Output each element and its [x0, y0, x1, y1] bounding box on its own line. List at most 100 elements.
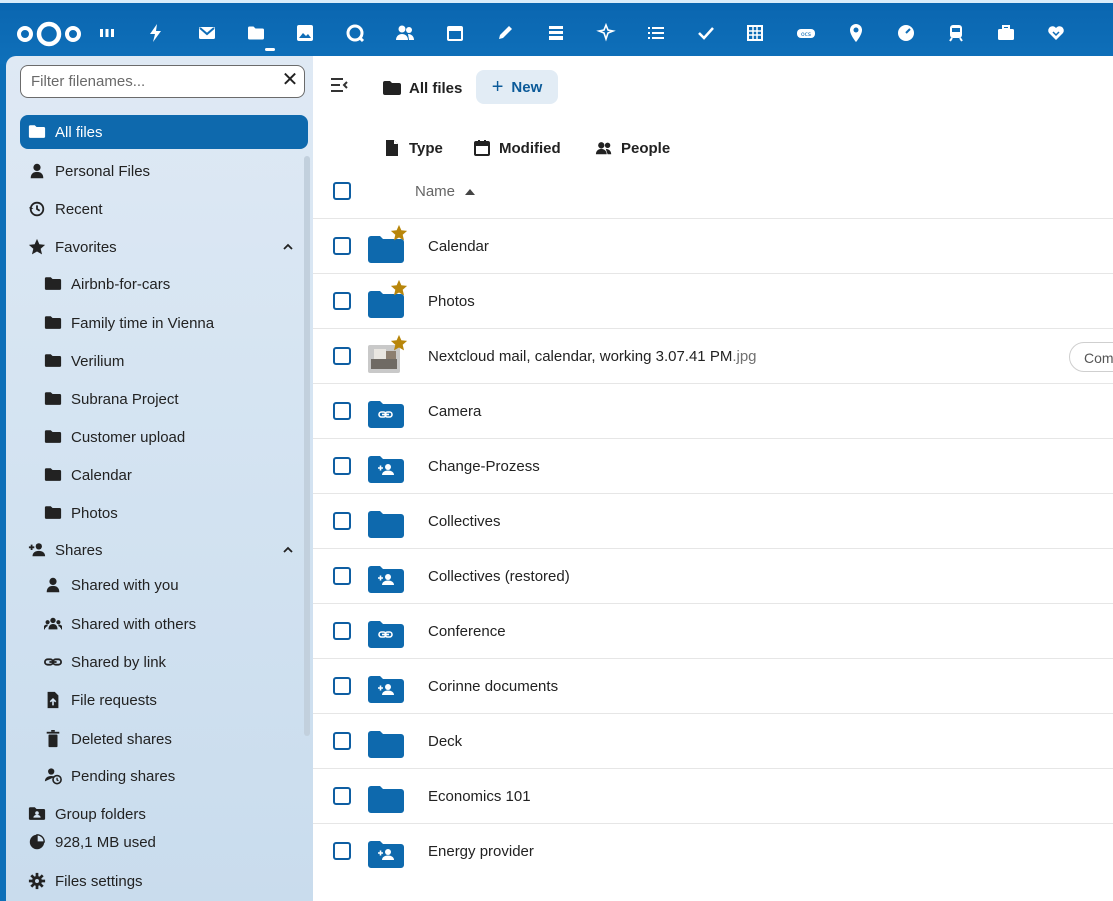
row-checkbox[interactable]: [333, 292, 351, 310]
file-row[interactable]: Collectives: [313, 493, 1113, 548]
speedometer-icon[interactable]: [894, 21, 918, 45]
nav-personal-files[interactable]: Personal Files: [20, 154, 308, 188]
nav-fav-subrana-project[interactable]: Subrana Project: [20, 382, 308, 416]
file-name[interactable]: Collectives (restored): [428, 568, 570, 585]
file-name[interactable]: Corinne documents: [428, 678, 558, 695]
heart-hand-icon[interactable]: [1044, 21, 1068, 45]
row-checkbox[interactable]: [333, 237, 351, 255]
nav-fav-calendar[interactable]: Calendar: [20, 458, 308, 492]
nav-file-requests[interactable]: File requests: [20, 683, 308, 717]
row-checkbox[interactable]: [333, 677, 351, 695]
nav-shares[interactable]: Shares: [20, 533, 308, 567]
row-checkbox[interactable]: [333, 512, 351, 530]
deck-icon[interactable]: [544, 21, 568, 45]
clear-filter-button[interactable]: ✕: [279, 69, 301, 91]
plus-icon: +: [491, 75, 504, 98]
nav-all-files[interactable]: All files: [20, 115, 308, 149]
row-checkbox[interactable]: [333, 457, 351, 475]
mail-icon[interactable]: [195, 21, 219, 45]
file-name[interactable]: Deck: [428, 733, 462, 750]
file-name[interactable]: Conference: [428, 623, 506, 640]
briefcase-icon[interactable]: [994, 21, 1018, 45]
nav-favorites[interactable]: Favorites: [20, 230, 308, 264]
file-name[interactable]: Economics 101: [428, 788, 531, 805]
file-row[interactable]: Corinne documents: [313, 658, 1113, 713]
row-checkbox[interactable]: [333, 567, 351, 585]
nav-recent[interactable]: Recent: [20, 192, 308, 226]
chevron-up-icon[interactable]: [282, 241, 294, 253]
tasks-list-icon[interactable]: [644, 21, 668, 45]
toggle-navigation-icon[interactable]: [329, 76, 351, 94]
file-row[interactable]: Economics 101: [313, 768, 1113, 823]
file-row[interactable]: Calendar: [313, 218, 1113, 273]
comment-button[interactable]: Com: [1069, 342, 1113, 372]
row-checkbox[interactable]: [333, 787, 351, 805]
files-settings-button[interactable]: Files settings: [20, 864, 308, 898]
breadcrumb[interactable]: All files: [383, 72, 462, 104]
file-name[interactable]: Camera: [428, 403, 481, 420]
folder-icon: [368, 786, 404, 813]
file-name[interactable]: Calendar: [428, 238, 489, 255]
sidebar-scrollbar[interactable]: [304, 156, 310, 736]
ocs-icon[interactable]: ocs: [794, 21, 818, 45]
nav-pending-shares[interactable]: Pending shares: [20, 759, 308, 793]
nav-shared-with-you[interactable]: Shared with you: [20, 568, 308, 602]
file-basename: Calendar: [428, 238, 489, 255]
file-list-area: All files + New Type Modified People Name…: [313, 56, 1113, 901]
link-folder-icon: [368, 621, 404, 648]
row-checkbox[interactable]: [333, 347, 351, 365]
nav-fav-customer-upload[interactable]: Customer upload: [20, 420, 308, 454]
file-name[interactable]: Nextcloud mail, calendar, working 3.07.4…: [428, 348, 757, 365]
file-name[interactable]: Change-Prozess: [428, 458, 540, 475]
row-checkbox[interactable]: [333, 402, 351, 420]
nav-fav-verilium[interactable]: Verilium: [20, 344, 308, 378]
tables-icon[interactable]: [743, 21, 767, 45]
file-row[interactable]: Conference: [313, 603, 1113, 658]
nav-deleted-shares[interactable]: Deleted shares: [20, 722, 308, 756]
file-row[interactable]: Deck: [313, 713, 1113, 768]
nav-label: Shared with others: [71, 615, 197, 633]
nav-fav-family-time-in-vienna[interactable]: Family time in Vienna: [20, 306, 308, 340]
file-row[interactable]: Nextcloud mail, calendar, working 3.07.4…: [313, 328, 1113, 383]
talk-icon[interactable]: [343, 21, 367, 45]
select-all-checkbox[interactable]: [333, 182, 351, 200]
filter-filenames-input[interactable]: Filter filenames...: [20, 65, 305, 98]
file-name[interactable]: Photos: [428, 293, 475, 310]
photos-icon[interactable]: [293, 21, 317, 45]
activity-icon[interactable]: [144, 21, 168, 45]
nav-fav-photos[interactable]: Photos: [20, 496, 308, 530]
nav-label: Shared with you: [71, 576, 179, 594]
contacts-icon[interactable]: [393, 21, 417, 45]
files-icon[interactable]: [244, 21, 268, 45]
row-checkbox[interactable]: [333, 622, 351, 640]
file-row[interactable]: Change-Prozess: [313, 438, 1113, 493]
file-name[interactable]: Energy provider: [428, 843, 534, 860]
nav-shared-with-others[interactable]: Shared with others: [20, 607, 308, 641]
checkmark-icon[interactable]: [694, 21, 718, 45]
file-row[interactable]: Collectives (restored): [313, 548, 1113, 603]
calendar-icon[interactable]: [443, 21, 467, 45]
nav-shared-by-link[interactable]: Shared by link: [20, 645, 308, 679]
chevron-up-icon[interactable]: [282, 544, 294, 556]
file-basename: Nextcloud mail, calendar, working 3.07.4…: [428, 348, 733, 365]
nav-fav-airbnb-for-cars[interactable]: Airbnb-for-cars: [20, 267, 308, 301]
sparkle-icon[interactable]: [594, 21, 618, 45]
notes-icon[interactable]: [493, 21, 517, 45]
file-row[interactable]: Camera: [313, 383, 1113, 438]
row-checkbox[interactable]: [333, 842, 351, 860]
maps-icon[interactable]: [844, 21, 868, 45]
row-checkbox[interactable]: [333, 732, 351, 750]
train-icon[interactable]: [944, 21, 968, 45]
nextcloud-logo-icon[interactable]: [16, 21, 82, 47]
new-button[interactable]: + New: [476, 70, 558, 104]
name-column-header[interactable]: Name: [415, 183, 476, 200]
modified-filter-button[interactable]: Modified: [473, 136, 561, 160]
file-row[interactable]: Photos: [313, 273, 1113, 328]
dashboard-icon[interactable]: [95, 21, 119, 45]
file-row[interactable]: Energy provider: [313, 823, 1113, 878]
people-filter-button[interactable]: People: [595, 136, 670, 160]
type-filter-button[interactable]: Type: [383, 136, 443, 160]
favorite-star-icon: [390, 334, 408, 351]
file-name[interactable]: Collectives: [428, 513, 501, 530]
file-basename: Camera: [428, 403, 482, 420]
